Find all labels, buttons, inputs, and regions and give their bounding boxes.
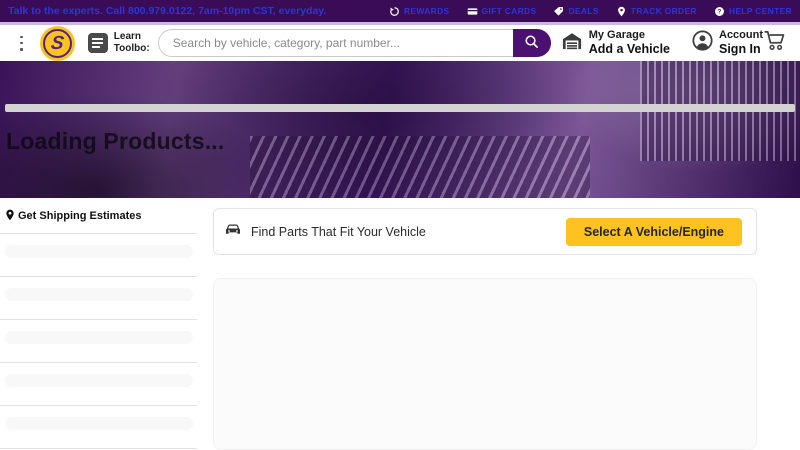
location-pin-icon bbox=[5, 210, 15, 224]
my-garage-button[interactable]: My Garage Add a Vehicle bbox=[561, 29, 670, 57]
hamburger-menu-icon[interactable] bbox=[20, 36, 23, 51]
hero-banner: Loading Products... bbox=[0, 61, 800, 198]
logo-letter: S bbox=[50, 34, 65, 53]
sidebar-skeleton-row bbox=[0, 362, 197, 405]
main-content: Find Parts That Fit Your Vehicle Select … bbox=[213, 208, 757, 450]
topbar-link-label: DEALS bbox=[568, 6, 598, 16]
skeleton-bar bbox=[5, 288, 193, 301]
vehicle-fitment-card: Find Parts That Fit Your Vehicle Select … bbox=[213, 208, 757, 255]
learn-toolbox-button[interactable]: Learn Toolbo: bbox=[88, 31, 150, 55]
svg-text:?: ? bbox=[717, 8, 721, 15]
cart-icon bbox=[763, 30, 787, 56]
search-bar bbox=[158, 29, 551, 57]
skeleton-bar bbox=[5, 374, 193, 387]
get-shipping-estimates-label: Get Shipping Estimates bbox=[18, 210, 141, 222]
account-icon bbox=[692, 30, 713, 56]
sidebar-skeleton-row bbox=[0, 405, 197, 448]
loading-products-text: Loading Products... bbox=[6, 128, 224, 155]
skeleton-bar bbox=[5, 245, 193, 258]
page: Talk to the experts. Call 800.979.0122, … bbox=[0, 0, 800, 450]
products-placeholder bbox=[213, 278, 757, 450]
topbar-link-deals[interactable]: DEALS bbox=[553, 6, 598, 17]
topbar-link-label: TRACK ORDER bbox=[631, 6, 697, 16]
search-icon bbox=[524, 34, 539, 52]
topbar-link-track-order[interactable]: TRACK ORDER bbox=[616, 6, 697, 17]
topbar-link-label: REWARDS bbox=[404, 6, 450, 16]
car-icon bbox=[224, 222, 242, 241]
sidebar-skeleton-row bbox=[0, 276, 197, 319]
skeleton-bar bbox=[5, 331, 193, 344]
topbar-link-rewards[interactable]: REWARDS bbox=[389, 6, 450, 17]
topbar-link-help-center[interactable]: ? HELP CENTER bbox=[714, 6, 792, 17]
cart-button[interactable] bbox=[763, 30, 787, 56]
account-label: Account Sign In bbox=[719, 29, 763, 57]
rewards-icon bbox=[389, 6, 400, 17]
filters-sidebar: Get Shipping Estimates bbox=[0, 198, 197, 449]
account-button[interactable]: Account Sign In bbox=[692, 29, 763, 57]
location-pin-icon bbox=[616, 6, 627, 17]
toolbox-list-icon bbox=[88, 33, 108, 53]
my-garage-label: My Garage Add a Vehicle bbox=[589, 29, 670, 57]
topbar-link-label: HELP CENTER bbox=[729, 6, 792, 16]
learn-toolbox-label: Learn Toolbo: bbox=[114, 31, 150, 55]
gift-card-icon bbox=[467, 6, 478, 17]
topbar-link-label: GIFT CARDS bbox=[482, 6, 537, 16]
select-vehicle-button[interactable]: Select A Vehicle/Engine bbox=[566, 218, 742, 246]
sidebar-skeleton-row bbox=[0, 233, 197, 276]
deals-tag-icon bbox=[553, 6, 564, 17]
search-button[interactable] bbox=[513, 29, 551, 57]
sidebar-skeleton-row bbox=[0, 319, 197, 362]
garage-icon bbox=[561, 31, 583, 56]
topbar-links: REWARDS GIFT CARDS DEALS TRACK ORDER bbox=[389, 6, 792, 17]
loading-progress-bar bbox=[5, 104, 795, 112]
main-header: S Learn Toolbo: My Garage Add a Ve bbox=[0, 25, 800, 61]
help-icon: ? bbox=[714, 6, 725, 17]
fitment-label: Find Parts That Fit Your Vehicle bbox=[251, 225, 426, 239]
speedway-logo[interactable]: S bbox=[40, 26, 75, 61]
sidebar-divider bbox=[0, 448, 197, 449]
skeleton-bar bbox=[5, 417, 193, 430]
top-utility-bar: Talk to the experts. Call 800.979.0122, … bbox=[0, 0, 800, 22]
topbar-link-gift-cards[interactable]: GIFT CARDS bbox=[467, 6, 537, 17]
phone-support-link[interactable]: Talk to the experts. Call 800.979.0122, … bbox=[8, 5, 326, 17]
get-shipping-estimates-link[interactable]: Get Shipping Estimates bbox=[0, 198, 197, 233]
search-input[interactable] bbox=[158, 29, 551, 57]
